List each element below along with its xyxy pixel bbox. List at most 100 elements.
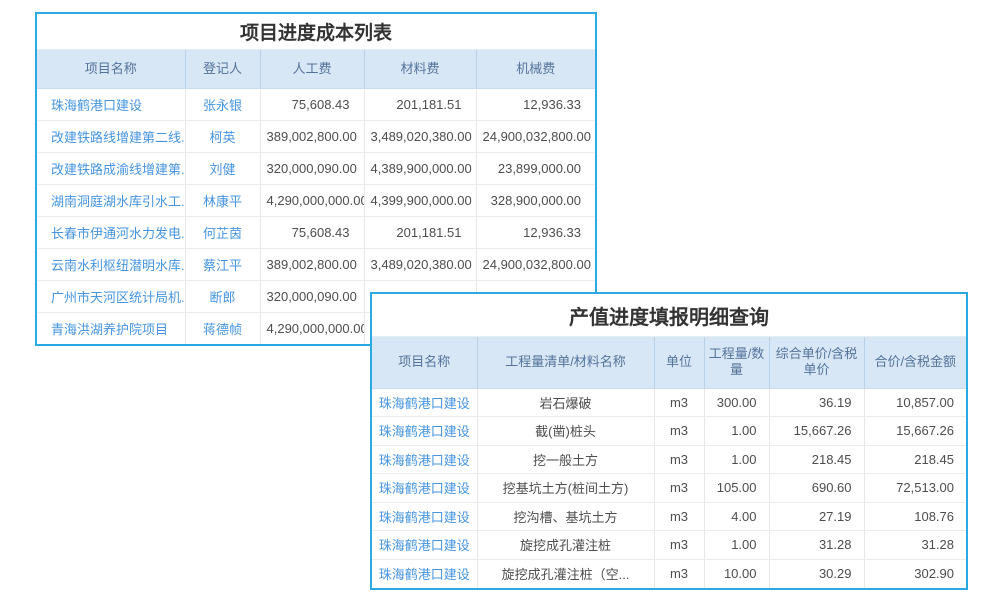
- project-name-cell-link[interactable]: 湖南洞庭湖水库引水工...: [51, 194, 185, 209]
- unit-price-cell: 15,667.26: [769, 417, 864, 446]
- registrant-cell: 刘健: [185, 152, 260, 184]
- project-name-cell-link[interactable]: 珠海鹤港口建设: [379, 538, 470, 553]
- quantity-cell: 105.00: [704, 474, 769, 503]
- boq-material-name-cell: 挖一般土方: [477, 445, 654, 474]
- output-detail-table: 项目名称 工程量清单/材料名称 单位 工程量/数量 综合单价/含税单价 合价/含…: [372, 337, 966, 588]
- machinery-cost-cell: 328,900,000.00: [476, 184, 595, 216]
- project-name-cell-link[interactable]: 珠海鹤港口建设: [379, 424, 470, 439]
- project-name-cell-link[interactable]: 云南水利枢纽潜明水库...: [51, 258, 185, 273]
- labor-cost-cell: 320,000,090.00: [260, 152, 364, 184]
- project-name-cell-link[interactable]: 广州市天河区统计局机...: [51, 290, 185, 305]
- quantity-cell: 1.00: [704, 531, 769, 560]
- output-detail-panel: 产值进度填报明细查询 项目名称 工程量清单/材料名称 单位 工程量/数量 综合单…: [370, 292, 968, 590]
- labor-cost-cell: 4,290,000,000.00: [260, 184, 364, 216]
- unit-price-cell: 30.29: [769, 559, 864, 588]
- table-row: 云南水利枢纽潜明水库...蔡江平389,002,800.003,489,020,…: [37, 248, 595, 280]
- material-cost-cell: 3,489,020,380.00: [364, 248, 476, 280]
- boq-material-name-cell: 旋挖成孔灌注桩（空...: [477, 559, 654, 588]
- material-cost-cell: 201,181.51: [364, 88, 476, 120]
- table-row: 珠海鹤港口建设挖基坑土方(桩间土方)m3105.00690.6072,513.0…: [372, 474, 966, 503]
- machinery-cost-cell: 23,899,000.00: [476, 152, 595, 184]
- col-header-unit-price: 综合单价/含税单价: [769, 337, 864, 388]
- col-header-total-amount: 合价/含税金额: [864, 337, 966, 388]
- col-header-registrant: 登记人: [185, 50, 260, 88]
- project-name-cell-link[interactable]: 长春市伊通河水力发电...: [51, 226, 185, 241]
- project-name-cell-link[interactable]: 珠海鹤港口建设: [379, 510, 470, 525]
- project-name-cell-link[interactable]: 珠海鹤港口建设: [379, 567, 470, 582]
- registrant-cell-link[interactable]: 蒋德帧: [203, 322, 242, 337]
- col-header-machinery-cost: 机械费: [476, 50, 595, 88]
- project-name-cell: 珠海鹤港口建设: [372, 417, 477, 446]
- project-name-cell-link[interactable]: 青海洪湖养护院项目: [51, 322, 168, 337]
- total-amount-cell: 108.76: [864, 502, 966, 531]
- registrant-cell: 断郎: [185, 280, 260, 312]
- project-name-cell: 珠海鹤港口建设: [372, 474, 477, 503]
- registrant-cell: 何芷茵: [185, 216, 260, 248]
- machinery-cost-cell: 24,900,032,800.00: [476, 248, 595, 280]
- project-name-cell: 湖南洞庭湖水库引水工...: [37, 184, 185, 216]
- project-name-cell: 改建铁路成渝线增建第...: [37, 152, 185, 184]
- registrant-cell-link[interactable]: 张永银: [203, 98, 242, 113]
- unit-price-cell: 218.45: [769, 445, 864, 474]
- project-name-cell: 改建铁路线增建第二线...: [37, 120, 185, 152]
- quantity-cell: 300.00: [704, 388, 769, 417]
- unit-cell: m3: [654, 502, 704, 531]
- boq-material-name-cell: 旋挖成孔灌注桩: [477, 531, 654, 560]
- registrant-cell-link[interactable]: 断郎: [209, 290, 235, 305]
- total-amount-cell: 218.45: [864, 445, 966, 474]
- machinery-cost-cell: 12,936.33: [476, 88, 595, 120]
- unit-price-cell: 27.19: [769, 502, 864, 531]
- labor-cost-cell: 75,608.43: [260, 88, 364, 120]
- project-name-cell-link[interactable]: 改建铁路线增建第二线...: [51, 130, 185, 145]
- table-row: 珠海鹤港口建设截(凿)桩头m31.0015,667.2615,667.26: [372, 417, 966, 446]
- table-row: 珠海鹤港口建设 张永银 75,608.43201,181.5112,936.33: [37, 88, 595, 120]
- unit-cell: m3: [654, 559, 704, 588]
- table-row: 珠海鹤港口建设挖一般土方m31.00218.45218.45: [372, 445, 966, 474]
- output-detail-header: 项目名称 工程量清单/材料名称 单位 工程量/数量 综合单价/含税单价 合价/含…: [372, 337, 966, 388]
- project-name-cell: 珠海鹤港口建设: [372, 388, 477, 417]
- quantity-cell: 10.00: [704, 559, 769, 588]
- project-name-cell-link[interactable]: 改建铁路成渝线增建第...: [51, 162, 185, 177]
- table-row: 珠海鹤港口建设旋挖成孔灌注桩（空...m310.0030.29302.90: [372, 559, 966, 588]
- table-row: 改建铁路成渝线增建第... 刘健 320,000,090.004,389,900,0…: [37, 152, 595, 184]
- labor-cost-cell: 320,000,090.00: [260, 280, 364, 312]
- project-name-cell: 云南水利枢纽潜明水库...: [37, 248, 185, 280]
- registrant-cell: 柯英: [185, 120, 260, 152]
- header-row: 项目名称 工程量清单/材料名称 单位 工程量/数量 综合单价/含税单价 合价/含…: [372, 337, 966, 388]
- project-name-cell: 广州市天河区统计局机...: [37, 280, 185, 312]
- labor-cost-cell: 4,290,000,000.00: [260, 312, 364, 344]
- registrant-cell: 蒋德帧: [185, 312, 260, 344]
- registrant-cell-link[interactable]: 蔡江平: [203, 258, 242, 273]
- boq-material-name-cell: 岩石爆破: [477, 388, 654, 417]
- total-amount-cell: 302.90: [864, 559, 966, 588]
- project-name-cell: 珠海鹤港口建设: [372, 559, 477, 588]
- project-name-cell: 珠海鹤港口建设: [37, 88, 185, 120]
- project-name-cell-link[interactable]: 珠海鹤港口建设: [51, 98, 142, 113]
- cost-list-title: 项目进度成本列表: [37, 14, 595, 50]
- machinery-cost-cell: 24,900,032,800.00: [476, 120, 595, 152]
- registrant-cell-link[interactable]: 柯英: [209, 130, 235, 145]
- project-name-cell: 珠海鹤港口建设: [372, 502, 477, 531]
- cost-list-header: 项目名称 登记人 人工费 材料费 机械费: [37, 50, 595, 88]
- labor-cost-cell: 75,608.43: [260, 216, 364, 248]
- boq-material-name-cell: 挖沟槽、基坑土方: [477, 502, 654, 531]
- col-header-project-name: 项目名称: [372, 337, 477, 388]
- registrant-cell-link[interactable]: 林康平: [203, 194, 242, 209]
- unit-cell: m3: [654, 531, 704, 560]
- total-amount-cell: 72,513.00: [864, 474, 966, 503]
- material-cost-cell: 4,389,900,000.00: [364, 152, 476, 184]
- project-name-cell: 珠海鹤港口建设: [372, 531, 477, 560]
- quantity-cell: 4.00: [704, 502, 769, 531]
- header-row: 项目名称 登记人 人工费 材料费 机械费: [37, 50, 595, 88]
- unit-cell: m3: [654, 388, 704, 417]
- project-name-cell-link[interactable]: 珠海鹤港口建设: [379, 453, 470, 468]
- registrant-cell: 林康平: [185, 184, 260, 216]
- project-name-cell-link[interactable]: 珠海鹤港口建设: [379, 396, 470, 411]
- registrant-cell-link[interactable]: 刘健: [209, 162, 235, 177]
- output-detail-body: 珠海鹤港口建设岩石爆破m3300.0036.1910,857.00珠海鹤港口建设…: [372, 388, 966, 588]
- project-name-cell-link[interactable]: 珠海鹤港口建设: [379, 481, 470, 496]
- total-amount-cell: 15,667.26: [864, 417, 966, 446]
- table-row: 长春市伊通河水力发电...何芷茵75,608.43201,181.5112,93…: [37, 216, 595, 248]
- col-header-material-cost: 材料费: [364, 50, 476, 88]
- registrant-cell-link[interactable]: 何芷茵: [203, 226, 242, 241]
